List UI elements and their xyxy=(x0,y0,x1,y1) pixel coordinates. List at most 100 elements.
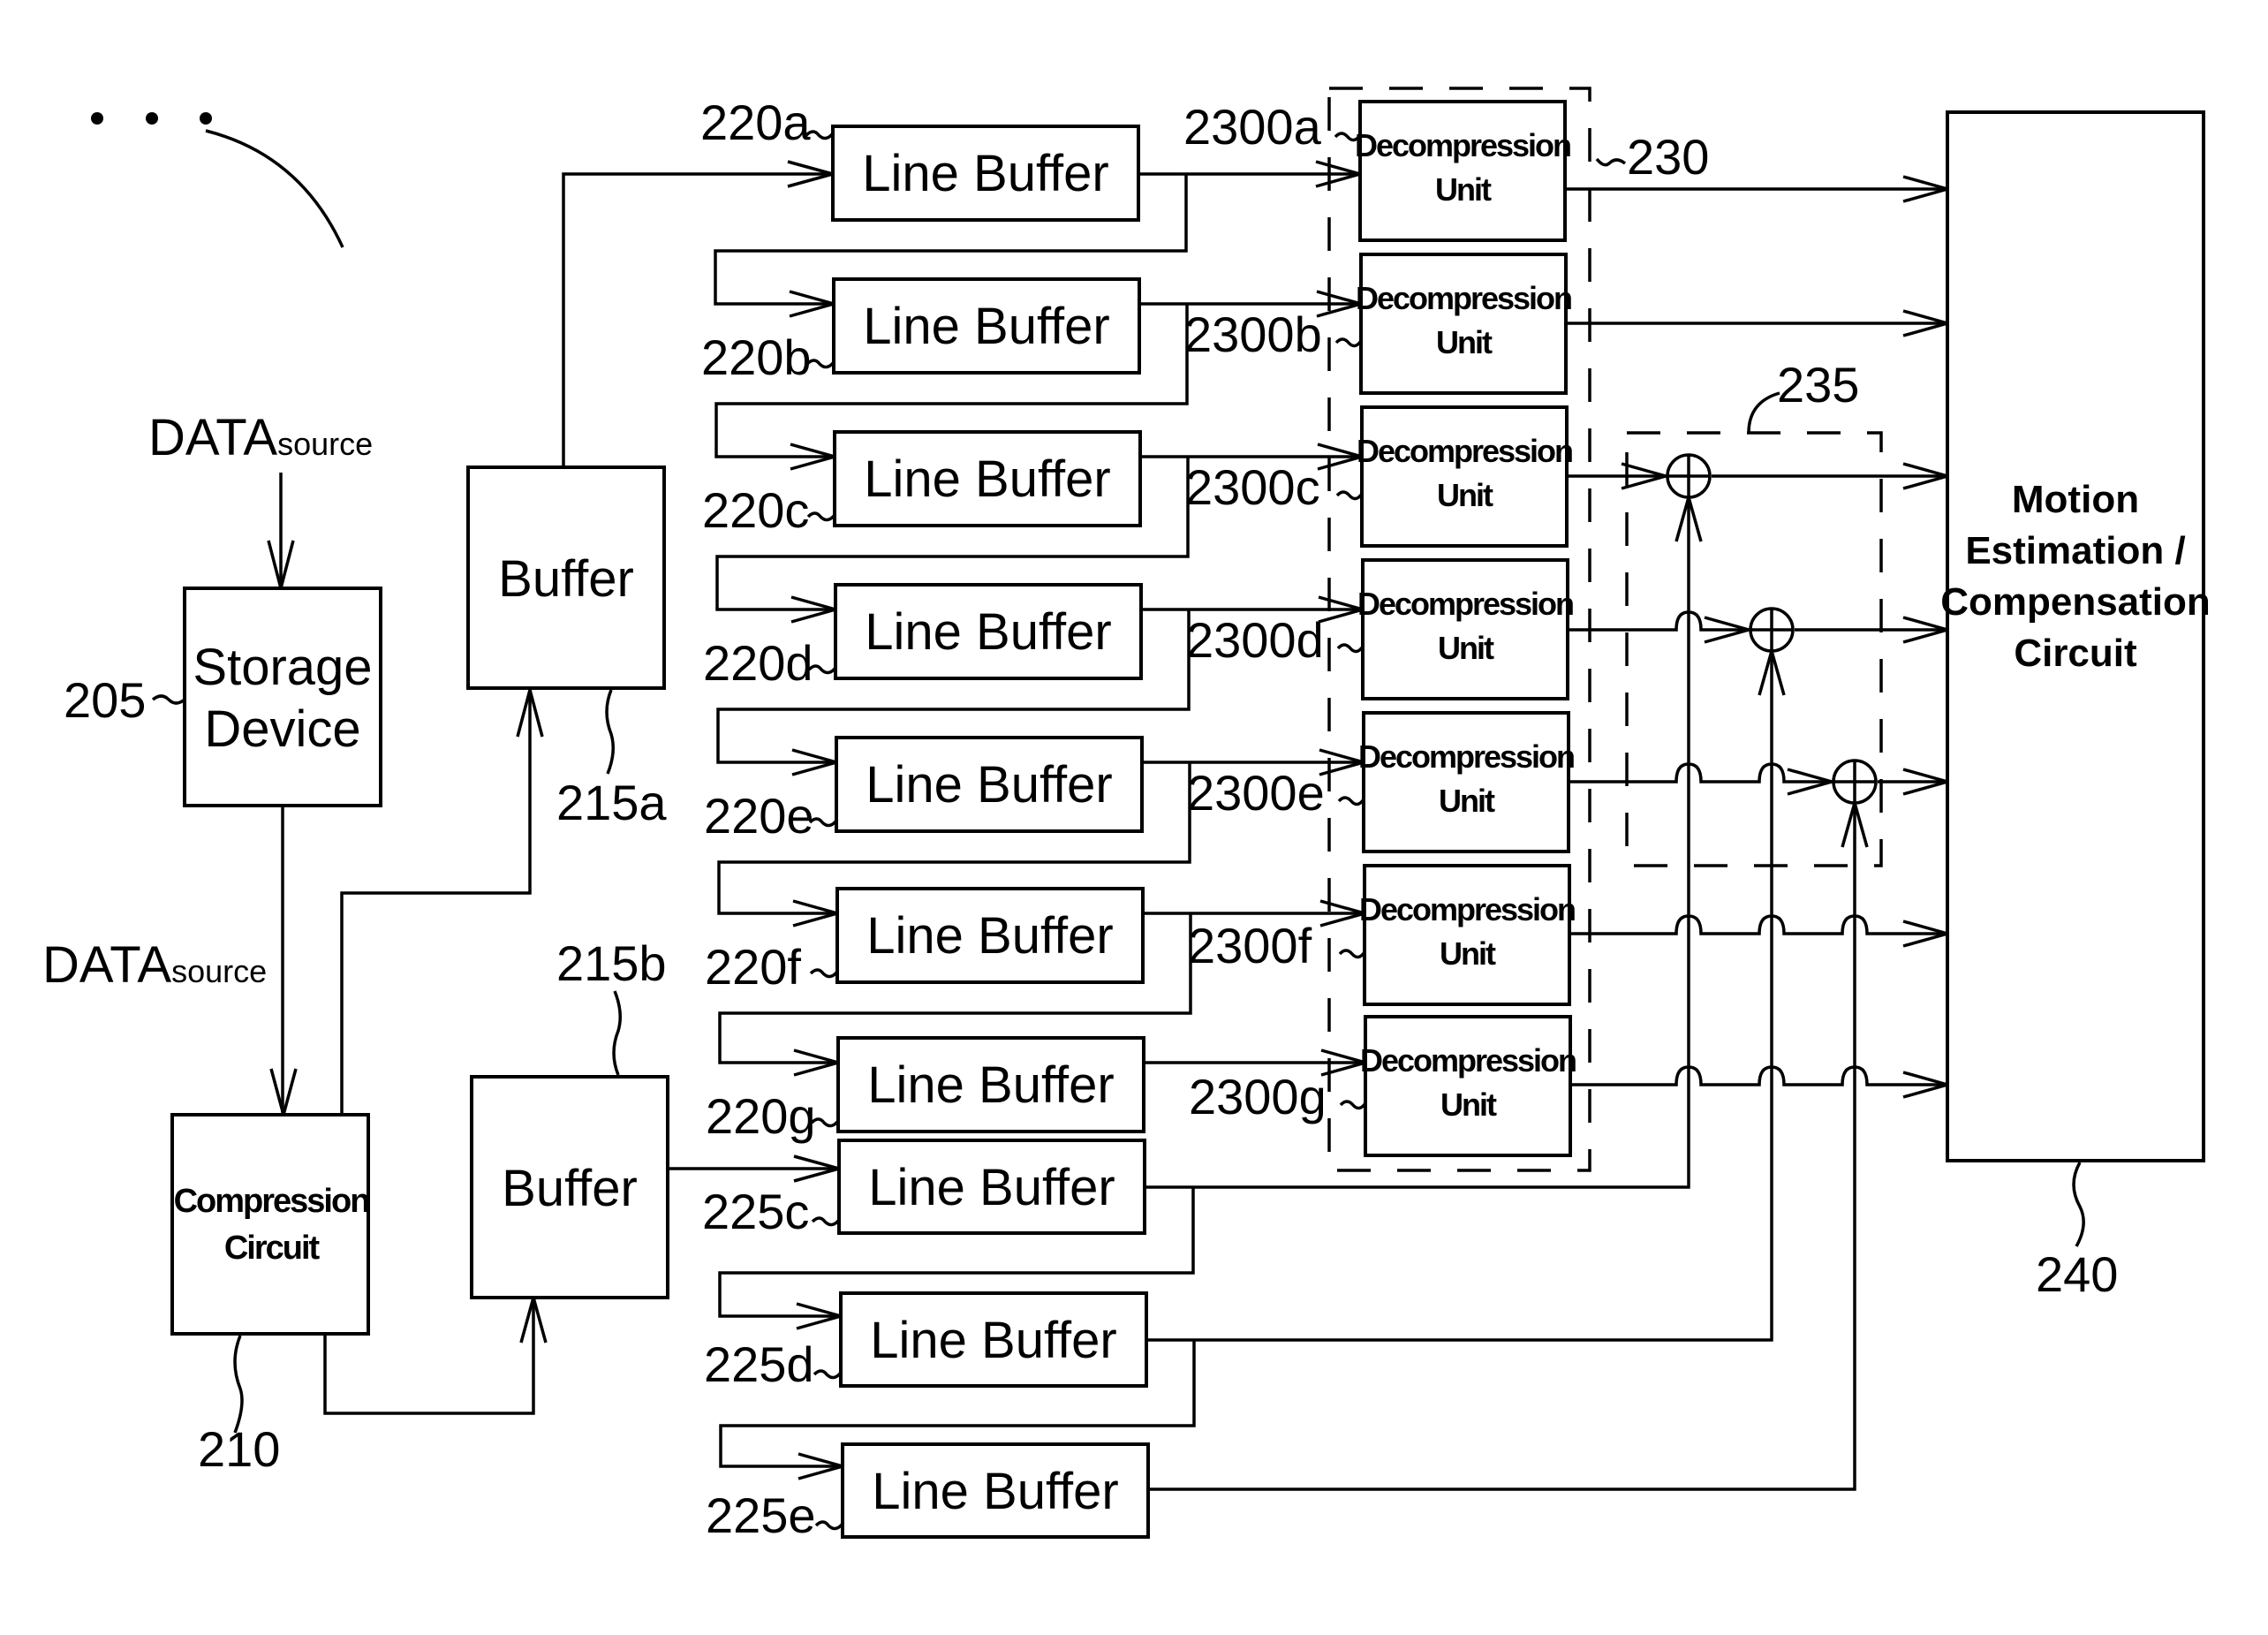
arrow-to-storage xyxy=(267,473,295,594)
connector-decompression-to-motion xyxy=(1570,1065,1947,1086)
motion-label-3: Compensation xyxy=(1940,580,2211,624)
adder-2 xyxy=(1749,607,1795,653)
line-buffer-225d: Line Buffer 225d xyxy=(704,1291,1148,1392)
decompression-unit-ref: 2300b xyxy=(1184,307,1322,362)
adder-group-ref: 235 xyxy=(1777,357,1859,413)
ref-tilde xyxy=(811,1216,841,1227)
connector-decompression-to-motion xyxy=(1569,914,1947,935)
data-source-label-bottom: DATAsource xyxy=(42,936,267,994)
line-buffer-220c: Line Buffer 220c xyxy=(702,430,1142,538)
ref-tilde xyxy=(1337,796,1365,806)
decompression-unit-label-1: Decompression xyxy=(1358,738,1574,775)
line-buffer-220f: Line Buffer 220f xyxy=(705,887,1145,995)
adder-1 xyxy=(1666,453,1712,499)
ref-leader xyxy=(605,689,615,775)
buffer-b-label: Buffer xyxy=(502,1160,638,1217)
decompression-unit-label-2: Unit xyxy=(1440,1086,1497,1123)
motion-ref: 240 xyxy=(2036,1246,2118,1302)
ref-tilde xyxy=(813,1369,843,1380)
ref-tilde xyxy=(814,1520,844,1531)
arrow-to-compression xyxy=(269,806,298,1121)
decompression-unit-2300g: Decompression Unit 2300g xyxy=(1189,1015,1577,1157)
line-buffer-label: Line Buffer xyxy=(868,1159,1115,1216)
line-buffer-225e: Line Buffer 225e xyxy=(706,1442,1150,1543)
line-buffer-label: Line Buffer xyxy=(870,1312,1116,1369)
line-buffer-label: Line Buffer xyxy=(866,907,1113,965)
decompression-unit-label-1: Decompression xyxy=(1355,127,1570,163)
decompression-unit-label-2: Unit xyxy=(1435,171,1492,208)
line-buffer-label: Line Buffer xyxy=(864,450,1110,508)
decompression-unit-ref: 2300g xyxy=(1189,1069,1327,1124)
ref-tilde xyxy=(1339,1100,1367,1110)
decompression-unit-label-2: Unit xyxy=(1440,935,1496,972)
line-buffer-ref: 225d xyxy=(704,1336,814,1392)
line-buffer-label: Line Buffer xyxy=(867,1056,1114,1114)
line-buffer-label: Line Buffer xyxy=(863,298,1109,355)
decompression-unit-2300f: Decompression Unit 2300f xyxy=(1188,864,1576,1006)
ref-leader xyxy=(233,1335,244,1434)
compression-circuit-box xyxy=(170,1113,370,1336)
line-buffer-ref: 220a xyxy=(700,95,811,150)
line-buffer-ref: 220g xyxy=(706,1088,816,1144)
ref-leader xyxy=(612,990,622,1076)
ref-leader xyxy=(2072,1162,2085,1247)
compression-circuit-label-1: Compression xyxy=(174,1183,369,1220)
adder-3 xyxy=(1832,759,1878,805)
decompression-unit-label-2: Unit xyxy=(1439,783,1495,819)
ref-tilde xyxy=(1335,490,1364,501)
ellipsis-arc xyxy=(205,129,344,248)
decompression-unit-ref: 2300d xyxy=(1186,612,1324,668)
decompression-unit-label-2: Unit xyxy=(1438,630,1494,666)
line-buffer-ref: 220f xyxy=(705,939,801,995)
decompression-group-ref: 230 xyxy=(1627,129,1709,185)
buffer-b-ref: 215b xyxy=(556,935,667,991)
decompression-unit-label-2: Unit xyxy=(1436,324,1493,360)
line-buffer-220g: Line Buffer 220g xyxy=(706,1036,1145,1144)
compression-circuit-ref: 210 xyxy=(198,1421,280,1477)
ref-tilde xyxy=(151,694,186,705)
motion-label-4: Circuit xyxy=(2014,632,2137,675)
decompression-unit-2300b: Decompression Unit 2300b xyxy=(1184,253,1573,395)
line-buffer-label: Line Buffer xyxy=(866,756,1112,814)
ref-tilde xyxy=(809,968,839,979)
ref-tilde xyxy=(806,511,836,522)
decompression-unit-label-1: Decompression xyxy=(1356,280,1571,316)
connector-decompression-to-adder xyxy=(1569,762,1832,783)
storage-device-box xyxy=(183,587,382,807)
ref-tilde xyxy=(1338,949,1366,959)
decompression-unit-label-1: Decompression xyxy=(1357,433,1572,469)
dynamic-layer: Line Buffer220aLine Buffer220bLine Buffe… xyxy=(700,95,1954,1543)
decompression-unit-label-1: Decompression xyxy=(1359,891,1575,927)
motion-label-2: Estimation / xyxy=(1965,529,2185,572)
line-buffer-220e: Line Buffer 220e xyxy=(704,736,1144,844)
buffer-a-ref: 215a xyxy=(556,775,667,830)
line-buffer-label: Line Buffer xyxy=(872,1463,1118,1520)
line-buffer-ref: 225c xyxy=(702,1184,809,1239)
decompression-unit-2300d: Decompression Unit 2300d xyxy=(1186,558,1575,700)
decompression-unit-2300c: Decompression Unit 2300c xyxy=(1185,405,1574,548)
line-buffer-label: Line Buffer xyxy=(865,603,1111,661)
decompression-unit-2300a: Decompression Unit 2300a xyxy=(1183,99,1572,242)
line-buffer-ref: 220d xyxy=(703,635,813,691)
decompression-unit-label-1: Decompression xyxy=(1357,586,1573,622)
line-buffer-220a: Line Buffer 220a xyxy=(700,95,1140,222)
line-buffer-ref: 220e xyxy=(704,788,814,844)
decompression-unit-2300e: Decompression Unit 2300e xyxy=(1187,711,1576,853)
motion-label-1: Motion xyxy=(2012,478,2139,521)
line-buffer-225c: Line Buffer 225c xyxy=(702,1139,1146,1239)
decompression-unit-ref: 2300e xyxy=(1187,765,1325,821)
line-buffer-220d: Line Buffer 220d xyxy=(703,583,1143,691)
line-buffer-ref: 225e xyxy=(706,1487,816,1543)
storage-device-label-1: Storage xyxy=(193,639,372,696)
data-source-label-top: DATAsource xyxy=(148,409,373,466)
storage-device-ref: 205 xyxy=(64,672,146,728)
compression-circuit-label-2: Circuit xyxy=(224,1230,321,1267)
ellipsis-indicator xyxy=(91,112,344,248)
ref-tilde xyxy=(1334,337,1363,348)
decompression-unit-ref: 2300c xyxy=(1185,459,1320,515)
line-buffer-ref: 220c xyxy=(702,482,809,538)
decompression-unit-ref: 2300a xyxy=(1183,99,1322,155)
buffer-a-label: Buffer xyxy=(498,550,634,608)
decompression-unit-ref: 2300f xyxy=(1188,918,1312,973)
storage-device-label-2: Device xyxy=(204,700,360,758)
